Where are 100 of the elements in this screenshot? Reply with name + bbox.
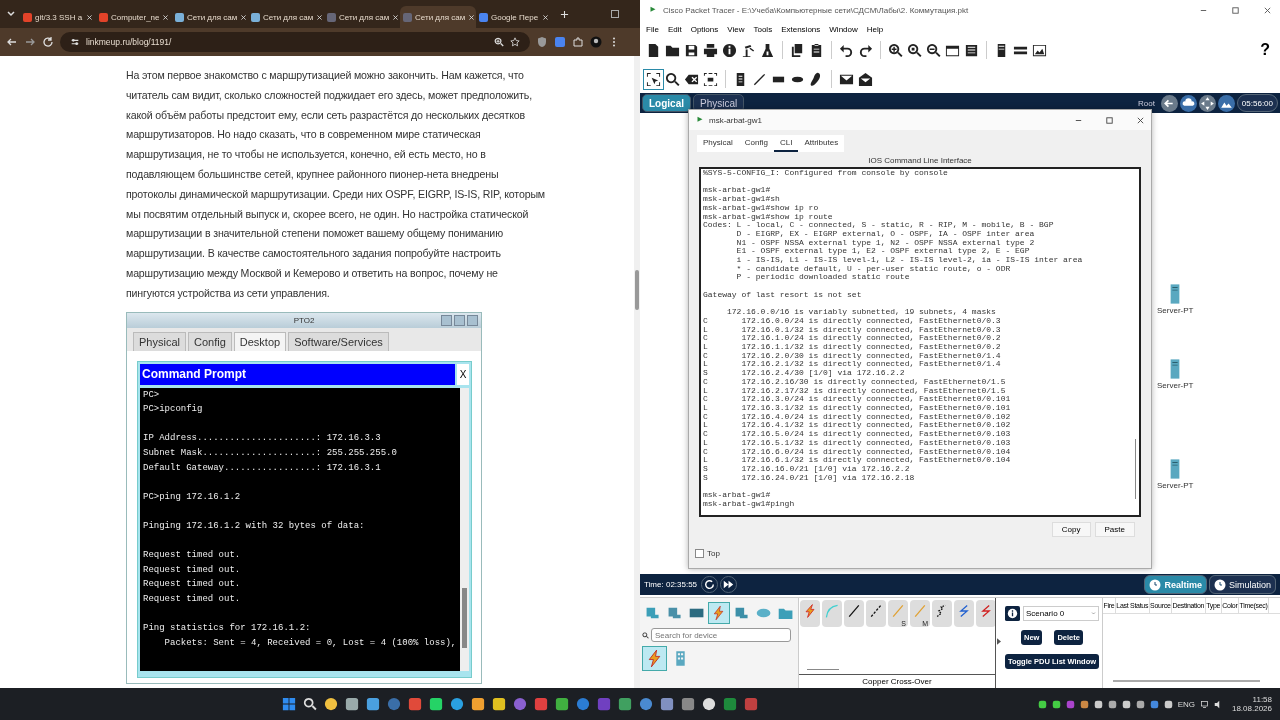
maximize-button[interactable] [454,314,465,326]
landscape-icon[interactable] [1217,94,1235,112]
start-icon[interactable] [282,697,297,711]
scenario-dropdown[interactable]: Scenario 0 [1023,606,1099,621]
browser-tab[interactable]: Сети для сам [324,6,400,28]
tab[interactable]: Physical [697,135,739,152]
cli-console[interactable] [699,167,1141,517]
network-icon[interactable] [1199,699,1209,709]
cable-icon[interactable] [866,600,886,627]
close-icon[interactable] [1263,5,1272,15]
copy-icon[interactable] [790,42,805,58]
maximize-icon[interactable] [1231,5,1240,15]
translate-icon[interactable] [554,36,566,48]
save-icon[interactable] [684,42,699,58]
open-envelope-icon[interactable] [858,71,873,87]
close-icon[interactable] [1136,115,1145,125]
menu-item[interactable]: Extensions [781,24,821,34]
scrollbar[interactable] [634,56,640,688]
checkbox[interactable] [695,549,704,558]
line-icon[interactable] [752,71,767,87]
browser-tab[interactable]: Сети для сам [400,6,476,28]
lightning-icon[interactable] [642,646,667,671]
zoom-reset-icon[interactable] [907,42,922,58]
undo-icon[interactable] [839,42,854,58]
cable-icon[interactable] [844,600,864,627]
app-icon[interactable] [702,697,717,711]
language-indicator[interactable]: ENG [1177,699,1195,709]
scrollbar[interactable] [460,387,469,671]
clipboard-icon[interactable] [809,42,824,58]
tab[interactable]: Config [187,331,232,351]
select-icon[interactable] [646,71,661,87]
scrollbar[interactable] [1113,680,1260,682]
cable-icon[interactable] [954,600,974,627]
search-icon[interactable] [665,71,680,87]
browser-tab[interactable]: Сети для сам [172,6,248,28]
zoom-out-icon[interactable] [926,42,941,58]
mode-button[interactable]: Realtime [1144,575,1207,594]
app-icon[interactable] [345,697,360,711]
app-icon[interactable] [471,697,486,711]
app-icon[interactable] [555,697,570,711]
site-info-icon[interactable] [70,37,80,47]
menu-item[interactable]: Help [866,24,884,34]
browser-tab[interactable]: Google Пере [476,6,552,28]
forward-icon[interactable] [24,36,36,48]
maximize-icon[interactable] [610,9,620,19]
wizard-icon[interactable] [741,42,756,58]
printer-icon[interactable] [703,42,718,58]
new-tab-icon[interactable] [560,9,569,19]
extensions-icon[interactable] [572,36,584,48]
close-button[interactable] [467,314,478,326]
tab[interactable]: Attributes [798,135,845,152]
tab[interactable]: Physical [133,331,186,351]
list-icon[interactable] [964,42,979,58]
resize-icon[interactable] [703,71,718,87]
cable-icon[interactable] [932,600,952,627]
search-field[interactable]: Search for device [651,628,791,642]
scrollbar[interactable] [807,668,839,670]
menu-item[interactable]: File [646,24,659,34]
mode-button[interactable]: Simulation [1208,575,1276,594]
tab-list-icon[interactable] [6,9,16,19]
address-bar[interactable]: linkmeup.ru/blog/1191/ [60,32,530,52]
browser-tab[interactable]: Computer_ne [96,6,172,28]
dialog-button[interactable]: Copy [1051,522,1091,537]
lightning-icon[interactable] [708,602,730,624]
workspace-tab[interactable]: Logical [642,94,691,112]
app-icon[interactable] [429,697,444,711]
image-icon[interactable] [1032,42,1047,58]
menu-item[interactable]: View [727,24,745,34]
move-icon[interactable] [1198,94,1216,112]
info-icon[interactable] [1005,606,1020,621]
app-icon[interactable] [660,697,675,711]
app-icon[interactable] [492,697,507,711]
info-icon[interactable] [722,42,737,58]
cloud-icon[interactable] [1179,94,1197,112]
menu-item[interactable]: Options [690,24,719,34]
zoom-icon[interactable] [494,37,504,47]
reload-icon[interactable] [42,36,54,48]
tab[interactable]: Desktop [233,331,287,351]
app-icon[interactable] [450,697,465,711]
clock-button[interactable]: 05:56:00 [1236,94,1278,112]
close-button[interactable]: X [457,363,469,385]
fast-forward-icon[interactable] [720,576,738,593]
expand-icon[interactable] [997,638,1001,645]
minimize-button[interactable] [441,314,452,326]
maximize-icon[interactable] [1105,115,1114,125]
browser-tab[interactable]: Сети для сам [248,6,324,28]
menu-item[interactable]: Window [829,24,858,34]
menu-item[interactable]: Edit [667,24,682,34]
app-icon[interactable] [618,697,633,711]
help-button[interactable]: ? [1256,41,1274,59]
shield-icon[interactable] [536,36,548,48]
back-icon[interactable] [6,36,18,48]
browser-tab[interactable]: git/3.3 SSH a [20,6,96,28]
tab[interactable]: Software/Services [288,331,389,351]
tab[interactable]: CLI [773,135,799,152]
search-icon[interactable] [303,697,318,711]
dialog-button[interactable]: Paste [1094,522,1135,537]
redo-icon[interactable] [858,42,873,58]
menu-item[interactable]: Tools [753,24,773,34]
app-icon[interactable] [324,697,339,711]
